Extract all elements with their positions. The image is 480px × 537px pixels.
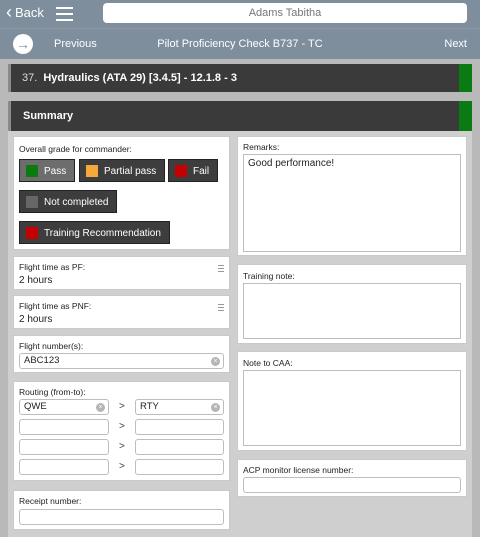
- not-completed-swatch: [26, 196, 38, 208]
- fail-label: Fail: [193, 166, 210, 177]
- note-to-caa-label: Note to CAA:: [243, 358, 293, 368]
- routing-to-input-1[interactable]: RTY ×: [135, 399, 224, 415]
- trainee-name-field[interactable]: Adams Tabitha: [103, 3, 467, 23]
- routing-separator: >: [119, 421, 125, 432]
- routing-separator: >: [119, 461, 125, 472]
- flight-time-pf-value: 2 hours: [19, 275, 53, 286]
- routing-from-input-2[interactable]: [19, 419, 109, 435]
- flight-time-pnf-card[interactable]: Flight time as PNF: 2 hours: [13, 295, 230, 329]
- pass-label: Pass: [44, 166, 67, 177]
- routing-to-value-1: RTY: [140, 401, 159, 412]
- summary-status-indicator: [459, 101, 472, 131]
- training-note-textarea[interactable]: [243, 283, 461, 339]
- check-title: Pilot Proficiency Check B737 - TC: [157, 38, 323, 50]
- remarks-label: Remarks:: [243, 142, 280, 152]
- clear-icon[interactable]: ×: [96, 403, 105, 412]
- status-indicator: [459, 64, 472, 92]
- training-recommendation-swatch: [26, 227, 38, 239]
- routing-from-input-4[interactable]: [19, 459, 109, 475]
- note-to-caa-textarea[interactable]: [243, 370, 461, 446]
- clear-icon[interactable]: ×: [211, 403, 220, 412]
- grade-pass-button[interactable]: Pass: [19, 159, 76, 182]
- clear-icon[interactable]: ×: [211, 357, 220, 366]
- fail-swatch: [175, 165, 187, 177]
- flight-time-pnf-label: Flight time as PNF:: [19, 301, 92, 311]
- note-to-caa-card: Note to CAA:: [237, 351, 467, 451]
- routing-from-value-1: QWE: [24, 401, 47, 412]
- routing-from-input-1[interactable]: QWE ×: [19, 399, 109, 415]
- routing-separator: >: [119, 401, 125, 412]
- receipt-number-input[interactable]: [19, 509, 224, 525]
- grade-partial-pass-button[interactable]: Partial pass: [79, 159, 166, 182]
- flight-time-pnf-value: 2 hours: [19, 314, 53, 325]
- next-button[interactable]: Next: [444, 38, 467, 50]
- pass-swatch: [26, 165, 38, 177]
- partial-pass-label: Partial pass: [104, 166, 157, 177]
- grade-not-completed-button[interactable]: Not completed: [19, 190, 118, 213]
- list-handle-icon[interactable]: [218, 265, 224, 272]
- summary-header-accent: [8, 101, 11, 131]
- partial-pass-swatch: [86, 165, 98, 177]
- training-note-label: Training note:: [243, 271, 295, 281]
- navigation-bar: → Previous Pilot Proficiency Check B737 …: [0, 28, 480, 59]
- top-bar: ‹ Back Adams Tabitha: [0, 0, 480, 28]
- summary-title: Summary: [23, 110, 74, 122]
- summary-header[interactable]: Summary: [8, 101, 472, 131]
- flight-numbers-input[interactable]: ABC123 ×: [19, 353, 224, 369]
- receipt-number-card: Receipt number:: [13, 490, 230, 530]
- item-header-accent: [8, 64, 11, 92]
- acp-license-input[interactable]: [243, 477, 461, 493]
- acp-license-label: ACP monitor license number:: [243, 465, 354, 475]
- grade-label: Overall grade for commander:: [19, 144, 132, 154]
- summary-body: Overall grade for commander: Pass Partia…: [8, 131, 472, 537]
- routing-card: Routing (from-to): QWE × > RTY × > > >: [13, 381, 230, 481]
- grade-training-recommendation-button[interactable]: Training Recommendation: [19, 221, 170, 244]
- flight-numbers-label: Flight number(s):: [19, 341, 84, 351]
- back-button[interactable]: ‹ Back: [6, 2, 44, 22]
- back-label: Back: [15, 5, 44, 20]
- flight-time-pf-card[interactable]: Flight time as PF: 2 hours: [13, 256, 230, 290]
- training-recommendation-label: Training Recommendation: [44, 228, 161, 239]
- routing-to-input-3[interactable]: [135, 439, 224, 455]
- routing-to-input-2[interactable]: [135, 419, 224, 435]
- hamburger-menu-icon[interactable]: [56, 7, 73, 21]
- item-number: 37.: [22, 72, 38, 84]
- grade-card: Overall grade for commander: Pass Partia…: [13, 136, 230, 250]
- routing-from-input-3[interactable]: [19, 439, 109, 455]
- grade-fail-button[interactable]: Fail: [168, 159, 219, 182]
- training-note-card: Training note:: [237, 264, 467, 344]
- routing-to-input-4[interactable]: [135, 459, 224, 475]
- not-completed-label: Not completed: [44, 197, 109, 208]
- acp-license-card: ACP monitor license number:: [237, 459, 467, 497]
- receipt-number-label: Receipt number:: [19, 496, 82, 506]
- flight-numbers-value: ABC123: [24, 355, 60, 366]
- remarks-textarea[interactable]: Good performance!: [243, 154, 461, 252]
- item-header[interactable]: 37. Hydraulics (ATA 29) [3.4.5] - 12.1.8…: [8, 64, 472, 92]
- routing-separator: >: [119, 441, 125, 452]
- flight-numbers-card: Flight number(s): ABC123 ×: [13, 335, 230, 373]
- routing-label: Routing (from-to):: [19, 387, 86, 397]
- chevron-left-icon: ‹: [6, 2, 12, 22]
- list-handle-icon[interactable]: [218, 304, 224, 311]
- item-title: Hydraulics (ATA 29) [3.4.5] - 12.1.8 - 3: [43, 72, 237, 84]
- flight-time-pf-label: Flight time as PF:: [19, 262, 86, 272]
- remarks-card: Remarks: Good performance!: [237, 136, 467, 256]
